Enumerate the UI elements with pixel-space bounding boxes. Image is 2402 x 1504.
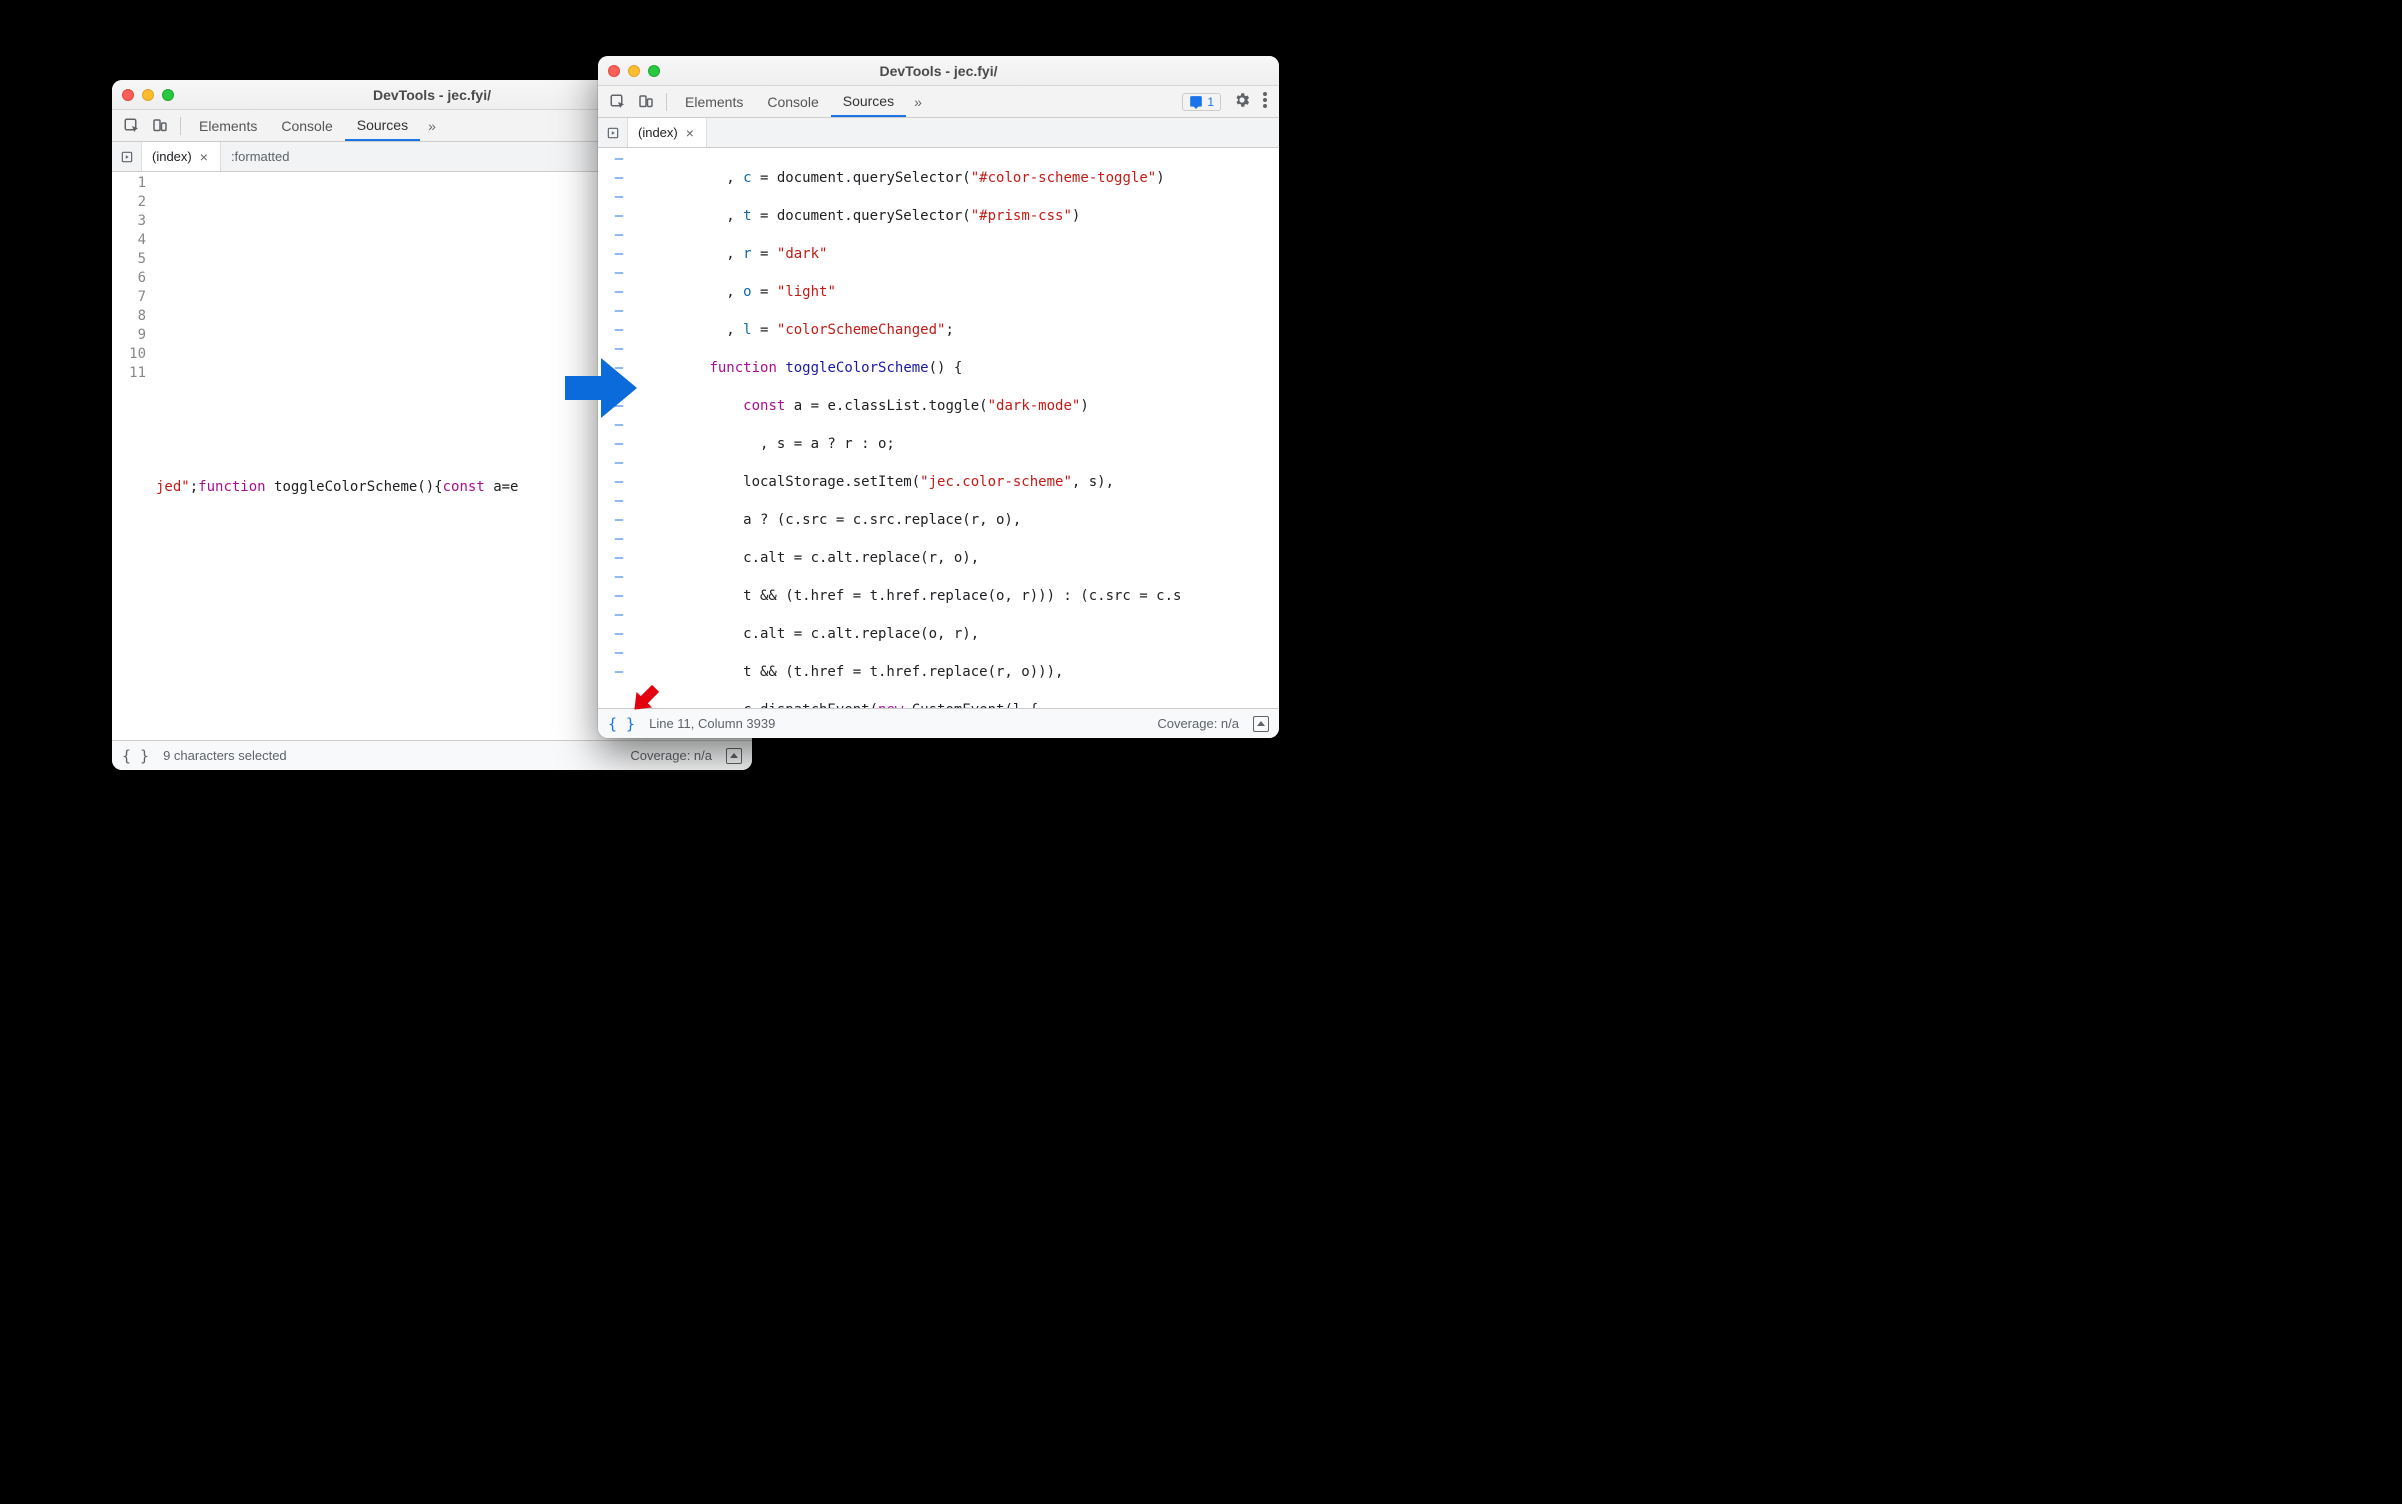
close-tab-icon[interactable]: × (684, 125, 696, 141)
coverage-status: Coverage: n/a (630, 748, 712, 763)
navigator-toggle-icon[interactable] (112, 142, 142, 171)
file-tab-bar: (index) × (598, 118, 1279, 148)
panel-tabs: Elements Console Sources (673, 86, 906, 117)
close-window-button[interactable] (122, 89, 134, 101)
tab-elements[interactable]: Elements (187, 110, 269, 141)
status-bar: { } 9 characters selected Coverage: n/a (112, 740, 752, 770)
settings-icon[interactable] (1227, 91, 1257, 112)
tab-sources[interactable]: Sources (831, 86, 906, 117)
expand-panel-icon[interactable] (726, 748, 742, 764)
file-tab-formatted[interactable]: :formatted (221, 142, 300, 171)
tab-console[interactable]: Console (755, 86, 830, 117)
coverage-status: Coverage: n/a (1157, 716, 1239, 731)
minimize-window-button[interactable] (628, 65, 640, 77)
tab-elements[interactable]: Elements (673, 86, 755, 117)
file-tab-label: (index) (638, 125, 678, 140)
navigator-toggle-icon[interactable] (598, 118, 628, 147)
file-tab-label: (index) (152, 149, 192, 164)
devtools-window-right: DevTools - jec.fyi/ Elements Console Sou… (598, 56, 1279, 738)
main-toolbar: Elements Console Sources » 1 (598, 86, 1279, 118)
code-editor[interactable]: ––––– ––––– ––––– ––––– ––––– ––– , c = … (598, 148, 1279, 708)
close-tab-icon[interactable]: × (198, 149, 210, 165)
separator (180, 117, 181, 135)
more-tabs-icon[interactable]: » (906, 94, 930, 110)
blue-arrow-annotation (565, 358, 637, 418)
window-title: DevTools - jec.fyi/ (598, 63, 1279, 79)
tab-sources[interactable]: Sources (345, 110, 420, 141)
line-gutter: ––––– ––––– ––––– ––––– ––––– ––– (598, 148, 642, 708)
panel-tabs: Elements Console Sources (187, 110, 420, 141)
titlebar[interactable]: DevTools - jec.fyi/ (598, 56, 1279, 86)
more-tabs-icon[interactable]: » (420, 118, 444, 134)
zoom-window-button[interactable] (648, 65, 660, 77)
expand-panel-icon[interactable] (1253, 716, 1269, 732)
minimize-window-button[interactable] (142, 89, 154, 101)
zoom-window-button[interactable] (162, 89, 174, 101)
issues-badge[interactable]: 1 (1182, 93, 1221, 111)
close-window-button[interactable] (608, 65, 620, 77)
inspect-element-icon[interactable] (604, 86, 632, 117)
selection-status: 9 characters selected (163, 748, 287, 763)
more-options-icon[interactable] (1257, 92, 1273, 111)
issues-icon (1189, 95, 1203, 109)
file-tab-index[interactable]: (index) × (628, 118, 707, 147)
cursor-position: Line 11, Column 3939 (649, 716, 775, 731)
device-toolbar-icon[interactable] (632, 86, 660, 117)
status-bar: { } Line 11, Column 3939 Coverage: n/a (598, 708, 1279, 738)
inspect-element-icon[interactable] (118, 110, 146, 141)
traffic-lights (608, 65, 660, 77)
file-tab-index[interactable]: (index) × (142, 142, 221, 171)
code-content[interactable]: , c = document.querySelector("#color-sch… (642, 148, 1279, 708)
issues-count: 1 (1207, 95, 1214, 109)
traffic-lights (122, 89, 174, 101)
tab-console[interactable]: Console (269, 110, 344, 141)
line-gutter: 1 2 3 4 5 6 7 8 9 10 11 (112, 172, 156, 740)
separator (666, 93, 667, 111)
red-arrow-annotation (626, 680, 664, 718)
device-toolbar-icon[interactable] (146, 110, 174, 141)
pretty-print-icon[interactable]: { } (122, 747, 149, 765)
